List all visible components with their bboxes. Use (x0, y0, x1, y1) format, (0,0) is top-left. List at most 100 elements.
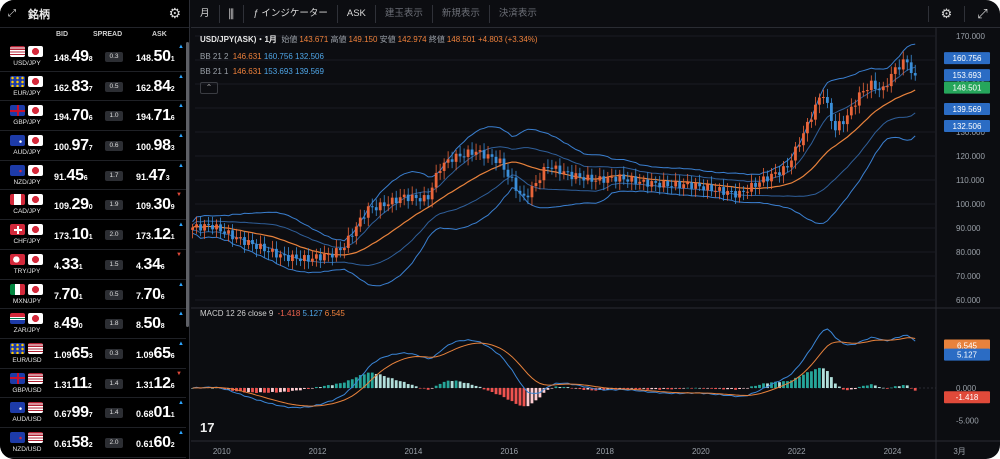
ask-price[interactable]: 8.508 (136, 315, 165, 333)
quote-row[interactable]: NZD/JPY 91.456 1.7 91.473 ▲ (0, 161, 186, 191)
fullscreen-icon[interactable]: ⤢ (964, 6, 1000, 22)
candle-body (414, 194, 418, 199)
flag-icon (28, 105, 43, 117)
macd-histogram-bar (650, 388, 654, 390)
candle-body (211, 225, 214, 230)
macd-histogram-bar (754, 385, 757, 388)
candle-body (849, 106, 853, 116)
collapse-legend-button[interactable]: ⌃ (200, 82, 218, 94)
quote-row[interactable]: GBP/USD 1.31112 1.4 1.31126 ▼ (0, 369, 186, 399)
candle-body (382, 202, 386, 207)
expand-icon[interactable]: ⤢ (8, 8, 20, 20)
currency-flags (10, 105, 44, 117)
bb-lower-1sd-line (192, 112, 916, 267)
bb1-label: BB 21 2 (200, 52, 229, 61)
flag-icon (10, 164, 25, 176)
candle-body (686, 182, 690, 185)
price-chart[interactable]: 170.000160.000150.000140.000130.000120.0… (191, 28, 1000, 459)
x-tick-label: 3月 (953, 447, 965, 456)
ask-price[interactable]: 100.983 (136, 137, 175, 155)
quote-row[interactable]: AUD/JPY 100.977 0.6 100.983 ▲ (0, 131, 186, 161)
arrow-down-icon: ▼ (176, 192, 182, 199)
ask-price[interactable]: 1.31126 (136, 375, 175, 393)
candle-body (794, 146, 797, 161)
bid-price[interactable]: 0.61582 (54, 434, 93, 452)
macd-histogram-bar (450, 381, 454, 388)
ask-price[interactable]: 148.501 (136, 48, 175, 66)
candle-body (390, 197, 394, 205)
macd-histogram-bar (418, 388, 422, 389)
bid-price[interactable]: 194.706 (54, 107, 93, 125)
quote-row[interactable]: GBP/JPY 194.706 1.0 194.716 ▲ (0, 101, 186, 132)
candle-body (482, 150, 486, 159)
quote-row[interactable]: USD/JPY 148.498 0.3 148.501 ▲ (0, 42, 186, 72)
flag-icon (10, 431, 25, 443)
arrow-up-icon: ▲ (178, 429, 184, 436)
macd-histogram-bar (853, 388, 857, 390)
new-order-display-button[interactable]: 新規表示 (433, 4, 490, 23)
bid-price[interactable]: 8.490 (54, 315, 83, 333)
price-tag-label: 139.569 (953, 105, 982, 114)
bid-price[interactable]: 0.67997 (54, 404, 93, 422)
quote-row[interactable]: MXN/JPY 7.701 0.5 7.706 ▲ (0, 280, 186, 310)
spread-badge: 0.3 (105, 348, 123, 359)
bid-price[interactable]: 162.837 (54, 78, 93, 96)
side-toggle[interactable]: ASK (338, 4, 376, 23)
settlement-display-button[interactable]: 決済表示 (490, 5, 546, 23)
bid-price[interactable]: 91.456 (54, 167, 88, 185)
quote-row[interactable]: TRY/JPY 4.331 1.5 4.346 ▼ (0, 250, 186, 280)
quote-row[interactable]: CAD/JPY 109.290 1.9 109.309 ▼ (0, 190, 186, 221)
candle-body (893, 67, 897, 74)
candle-body (810, 119, 813, 122)
ask-price[interactable]: 0.68011 (136, 404, 175, 422)
bid-price[interactable]: 100.977 (54, 137, 93, 155)
ask-price[interactable]: 1.09656 (136, 345, 175, 363)
candle-body (857, 92, 861, 106)
bid-price[interactable]: 1.09653 (54, 345, 93, 363)
bid-price[interactable]: 4.331 (54, 256, 83, 274)
ask-price[interactable]: 7.706 (136, 286, 165, 304)
bb-legend-2: BB 21 1 146.631 153.693 139.569 (200, 67, 324, 76)
macd-histogram-bar (426, 388, 430, 390)
quote-row[interactable]: ZAR/JPY 8.490 1.8 8.508 ▲ (0, 309, 186, 339)
quote-row[interactable]: NZD/USD 0.61582 2.0 0.61602 ▲ (0, 428, 186, 458)
macd-histogram-bar (470, 384, 474, 388)
ask-price[interactable]: 4.346 (136, 256, 165, 274)
gear-icon[interactable]: ⚙ (168, 5, 181, 22)
ask-price[interactable]: 162.842 (136, 78, 175, 96)
indicator-button[interactable]: ƒ インジケーター (244, 4, 338, 23)
quote-list-scrollbar[interactable] (186, 42, 189, 327)
ask-price[interactable]: 109.309 (136, 196, 175, 214)
spread-badge: 0.5 (105, 289, 123, 300)
bid-price[interactable]: 148.498 (54, 48, 93, 66)
timeframe-button[interactable]: 月 (191, 4, 220, 23)
candle-body (778, 172, 781, 176)
candle-body (590, 174, 594, 182)
spread-badge: 1.4 (105, 408, 123, 419)
ask-price[interactable]: 194.716 (136, 107, 175, 125)
quote-list: USD/JPY 148.498 0.3 148.501 ▲ EUR/JPY 16… (0, 42, 186, 458)
bid-price[interactable]: 7.701 (54, 286, 83, 304)
high-value: 149.150 (348, 35, 378, 44)
candle-body (742, 190, 745, 192)
position-display-button[interactable]: 建玉表示 (376, 4, 433, 23)
y-tick-label: 70.000 (956, 272, 981, 281)
bid-price[interactable]: 109.290 (54, 196, 93, 214)
candle-body (470, 149, 474, 155)
bb1-upper: 160.756 (263, 52, 293, 61)
quote-row[interactable]: EUR/JPY 162.837 0.5 162.842 ▲ (0, 72, 186, 102)
candle-body (546, 166, 550, 168)
bid-price[interactable]: 1.31112 (54, 375, 92, 393)
candle-body (562, 171, 566, 175)
candle-body (223, 231, 226, 234)
candlestick-icon[interactable]: ⫼ (220, 4, 245, 23)
quote-row[interactable]: EUR/USD 1.09653 0.3 1.09656 ▲ (0, 339, 186, 369)
macd-histogram-value: -1.418 (277, 309, 301, 318)
quote-row[interactable]: CHF/JPY 173.101 2.0 173.121 ▲ (0, 220, 186, 250)
ask-price[interactable]: 91.473 (136, 167, 170, 185)
bid-price[interactable]: 173.101 (54, 226, 93, 244)
gear-icon[interactable]: ⚙ (928, 6, 964, 22)
quote-row[interactable]: AUD/USD 0.67997 1.4 0.68011 ▲ (0, 398, 186, 428)
ask-price[interactable]: 173.121 (136, 226, 175, 244)
ask-price[interactable]: 0.61602 (136, 434, 175, 452)
